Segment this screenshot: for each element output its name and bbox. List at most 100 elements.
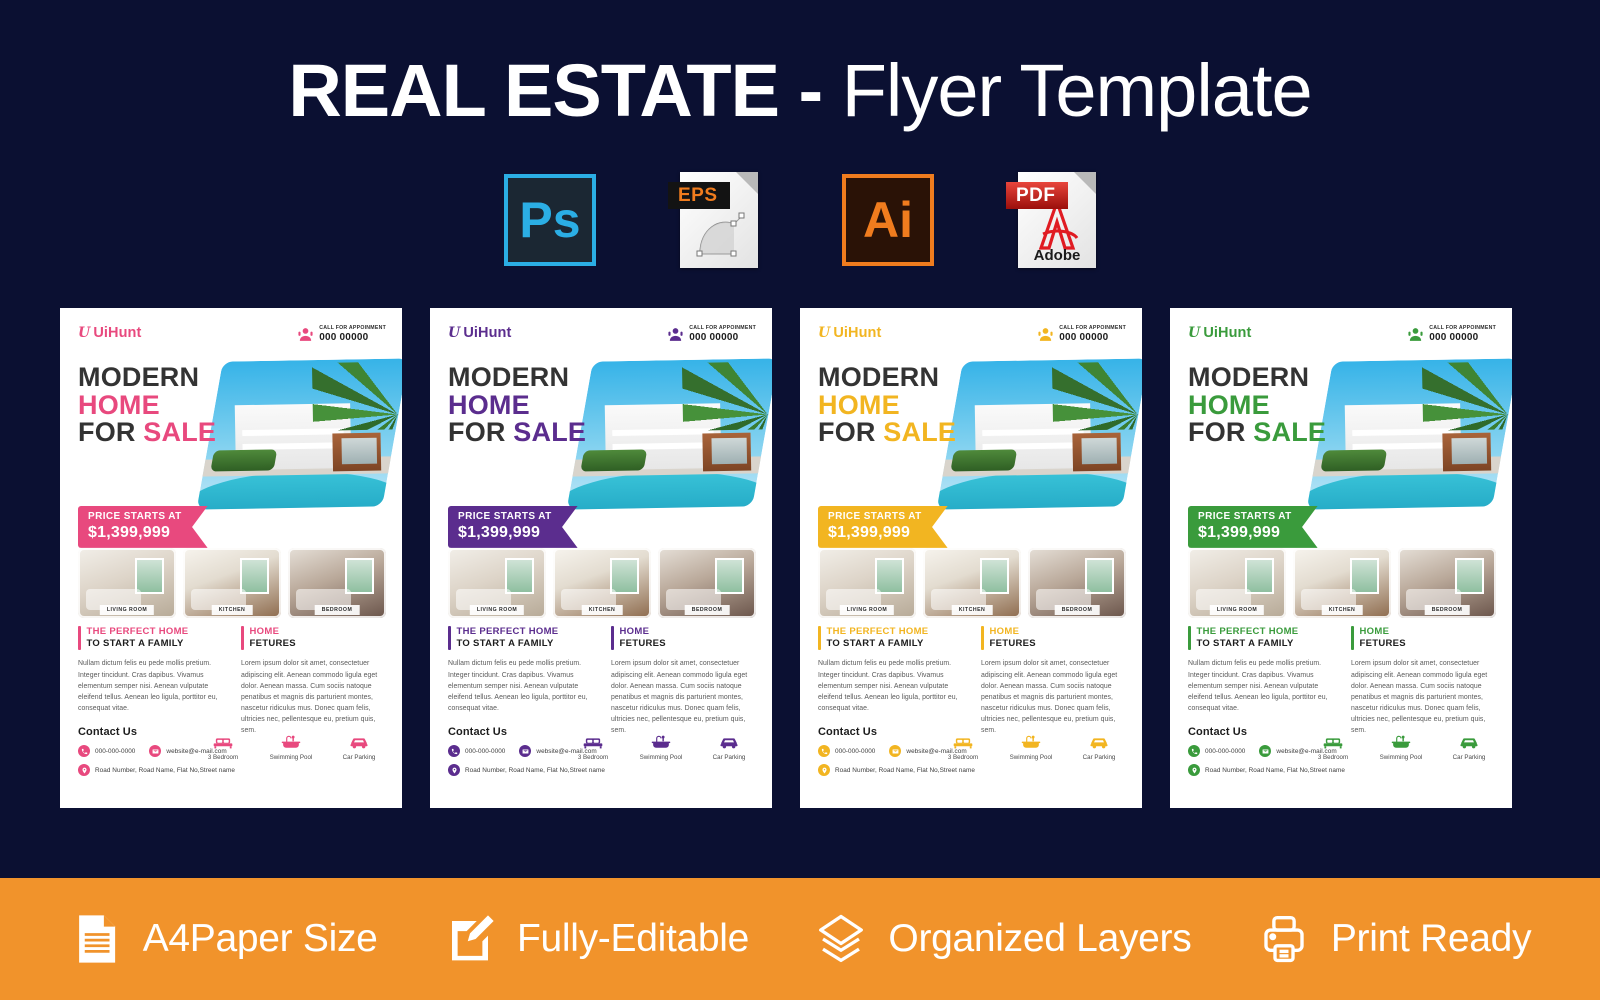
contact-phone[interactable]: 000-000-0000 [448, 745, 505, 757]
format-icons-row: Ps EPS Ai Adobe PDF [0, 172, 1600, 268]
thumbnail-living-room[interactable]: LIVING ROOM [78, 548, 176, 618]
price-banner: PRICE STARTS AT $1,399,999 [448, 506, 578, 548]
content-sections: THE PERFECT HOME TO START A FAMILY Nulla… [1188, 626, 1496, 737]
page-title-bold: REAL ESTATE - [288, 49, 823, 132]
section-left-body: Nullam dictum felis eu pede mollis preti… [1188, 660, 1328, 713]
thumbnail-caption-bedroom: BEDROOM [314, 605, 360, 615]
flyer-header: U UiHunt CALL FOR APPOINMENT 000 00000 [448, 325, 756, 343]
contact-address-text: Road Number, Road Name, Flat No,Street n… [1205, 766, 1345, 774]
property-features: 3 Bedroom Swimming Pool Car Parking [936, 733, 1126, 761]
thumbnail-bedroom[interactable]: BEDROOM [658, 548, 756, 618]
thumbnail-caption-living-room: LIVING ROOM [1209, 605, 1265, 615]
section-left-heading-1: THE PERFECT HOME [86, 626, 189, 637]
flyer-card-green[interactable]: U UiHunt CALL FOR APPOINMENT 000 00000 M… [1170, 308, 1512, 808]
headline-line-3: FOR SALE [1188, 417, 1327, 448]
contact-phone[interactable]: 000-000-0000 [78, 745, 135, 757]
photoshop-label: Ps [519, 192, 581, 248]
content-sections: THE PERFECT HOME TO START A FAMILY Nulla… [78, 626, 386, 737]
brand-logo[interactable]: U UiHunt [818, 325, 881, 341]
section-left-heading-1: THE PERFECT HOME [456, 626, 559, 637]
logo-mark: U [1188, 325, 1201, 341]
section-left-heading-1: THE PERFECT HOME [1196, 626, 1299, 637]
appointment-block: CALL FOR APPOINMENT 000 00000 [1037, 325, 1126, 343]
section-accent-bar [241, 626, 244, 651]
thumbnail-caption-kitchen: KITCHEN [211, 605, 253, 615]
bar-label-print-ready: Print Ready [1330, 917, 1532, 960]
printer-icon [1257, 912, 1311, 966]
support-agent-icon [297, 326, 314, 343]
thumbnail-kitchen[interactable]: KITCHEN [1293, 548, 1391, 618]
flyer-card-yellow[interactable]: U UiHunt CALL FOR APPOINMENT 000 00000 M… [800, 308, 1142, 808]
flyer-card-pink[interactable]: U UiHunt CALL FOR APPOINMENT 000 00000 M… [60, 308, 402, 808]
thumbnail-kitchen[interactable]: KITCHEN [183, 548, 281, 618]
flyer-card-purple[interactable]: U UiHunt CALL FOR APPOINMENT 000 00000 M… [430, 308, 772, 808]
contact-address[interactable]: Road Number, Road Name, Flat No,Street n… [448, 764, 643, 776]
headline-line-1: MODERN [448, 362, 570, 392]
bathtub-icon [1004, 733, 1058, 750]
pdf-file-icon: Adobe PDF [1006, 172, 1096, 268]
page-fold-corner [1074, 172, 1096, 194]
feature-label: Swimming Pool [639, 754, 683, 761]
section-right-heading-2: FETURES [1359, 638, 1406, 650]
email-icon [889, 745, 902, 757]
contact-phone[interactable]: 000-000-0000 [818, 745, 875, 757]
layers-icon [814, 912, 868, 966]
pdf-badge: PDF [1006, 182, 1068, 209]
format-item-pdf: Adobe PDF [1006, 172, 1096, 268]
flyer-header: U UiHunt CALL FOR APPOINMENT 000 00000 [78, 325, 386, 343]
thumbnail-bedroom[interactable]: BEDROOM [288, 548, 386, 618]
section-home-features: HOME FETURES Lorem ipsum dolor sit amet,… [981, 626, 1126, 737]
brand-logo[interactable]: U UiHunt [1188, 325, 1251, 341]
page-title-light: Flyer Template [841, 49, 1313, 132]
brand-logo[interactable]: U UiHunt [448, 325, 511, 341]
feature-bathtub: Swimming Pool [634, 733, 688, 761]
section-right-body: Lorem ipsum dolor sit amet, consectetuer… [241, 660, 378, 735]
thumbnail-kitchen[interactable]: KITCHEN [553, 548, 651, 618]
appointment-block: CALL FOR APPOINMENT 000 00000 [1407, 325, 1496, 343]
contact-address[interactable]: Road Number, Road Name, Flat No,Street n… [818, 764, 1013, 776]
logo-text: UiHunt [833, 325, 882, 341]
eps-badge: EPS [668, 182, 730, 209]
feature-bed: 3 Bedroom [196, 733, 250, 761]
thumbnail-living-room[interactable]: LIVING ROOM [448, 548, 546, 618]
appointment-text: CALL FOR APPOINMENT 000 00000 [1429, 325, 1496, 343]
bar-item-organized-layers: Organized Layers [814, 912, 1192, 966]
section-right-heading-2: FETURES [249, 638, 296, 650]
appointment-text: CALL FOR APPOINMENT 000 00000 [1059, 325, 1126, 343]
section-accent-bar [818, 626, 821, 651]
price-banner: PRICE STARTS AT $1,399,999 [78, 506, 208, 548]
thumbnail-living-room[interactable]: LIVING ROOM [1188, 548, 1286, 618]
contact-phone[interactable]: 000-000-0000 [1188, 745, 1245, 757]
price-value: $1,399,999 [88, 523, 171, 541]
thumbnail-living-room[interactable]: LIVING ROOM [818, 548, 916, 618]
eps-file-icon: EPS [668, 172, 758, 268]
thumbnail-bedroom[interactable]: BEDROOM [1398, 548, 1496, 618]
bar-item-fully-editable: Fully-Editable [443, 912, 749, 966]
feature-bed: 3 Bedroom [936, 733, 990, 761]
contact-address[interactable]: Road Number, Road Name, Flat No,Street n… [1188, 764, 1383, 776]
bar-item-print-ready: Print Ready [1257, 912, 1532, 966]
location-pin-icon [1188, 764, 1200, 776]
format-item-photoshop: Ps [504, 174, 596, 266]
appointment-label: CALL FOR APPOINMENT [689, 325, 756, 331]
section-accent-bar [981, 626, 984, 651]
feature-label: Swimming Pool [269, 754, 313, 761]
car-icon [1072, 733, 1126, 750]
section-left-body: Nullam dictum felis eu pede mollis preti… [78, 660, 218, 713]
appointment-label: CALL FOR APPOINMENT [1429, 325, 1496, 331]
thumbnail-caption-bedroom: BEDROOM [1424, 605, 1470, 615]
hero-property-image [1306, 358, 1512, 510]
edit-pencil-icon [443, 912, 497, 966]
section-perfect-home: THE PERFECT HOME TO START A FAMILY Nulla… [818, 626, 963, 737]
phone-icon [78, 745, 90, 757]
contact-address[interactable]: Road Number, Road Name, Flat No,Street n… [78, 764, 273, 776]
thumbnail-caption-kitchen: KITCHEN [951, 605, 993, 615]
section-perfect-home: THE PERFECT HOME TO START A FAMILY Nulla… [78, 626, 223, 737]
thumbnail-kitchen[interactable]: KITCHEN [923, 548, 1021, 618]
brand-logo[interactable]: U UiHunt [78, 325, 141, 341]
thumbnail-bedroom[interactable]: BEDROOM [1028, 548, 1126, 618]
poster-root: REAL ESTATE - Flyer Template Ps EPS Ai A… [0, 0, 1600, 1000]
appointment-block: CALL FOR APPOINMENT 000 00000 [667, 325, 756, 343]
email-icon [1259, 745, 1272, 757]
headline-line-2: HOME [78, 389, 160, 420]
